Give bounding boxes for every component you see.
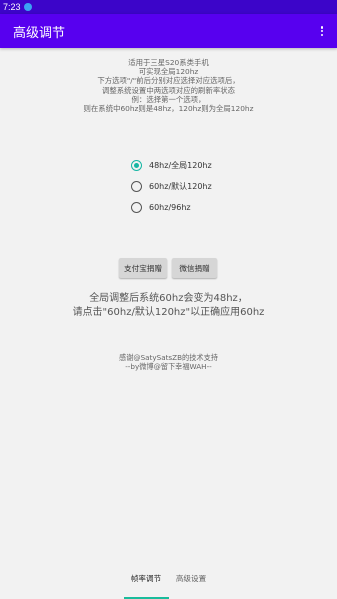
donate-buttons: 支付宝捐赠 微信捐赠 [119,258,217,278]
more-options-icon[interactable] [317,23,327,39]
option-label: 60hz/96hz [149,203,191,212]
radio-button[interactable] [131,181,142,192]
tab-label: 高级设置 [175,574,207,583]
tab-label: 帧率调节 [130,574,162,583]
radio-button-checked[interactable] [131,160,142,171]
notice-text: 全局调整后系统60hz会变为48hz， 请点击"60hz/默认120hz"以正确… [0,292,337,320]
wechat-donate-button[interactable]: 微信捐赠 [172,258,217,278]
status-time: 7:23 [3,2,21,12]
notice-line: 全局调整后系统60hz会变为48hz， [89,293,248,304]
option-60hz-96hz[interactable]: 60hz/96hz [131,198,212,217]
intro-line: 调整系统设置中两选项对应的刷新率状态 [101,85,236,95]
option-label: 48hz/全局120hz [149,161,212,170]
option-48hz-global-120hz[interactable]: 48hz/全局120hz [131,156,212,175]
intro-line: 可实现全局120hz [138,67,199,77]
credits-line: 感谢@SatySatsZB的技术支持 [119,353,218,362]
tab-frame-rate[interactable]: 帧率调节 [123,567,169,599]
option-60hz-default-120hz[interactable]: 60hz/默认120hz [131,177,212,196]
tab-advanced-settings[interactable]: 高级设置 [169,567,214,599]
app-bar: 高级调节 [0,14,337,48]
bottom-navigation: 帧率调节 高级设置 [0,567,337,599]
notice-line: 请点击"60hz/默认120hz"以正确应用60hz [72,307,265,318]
page-title: 高级调节 [13,25,66,41]
credits-line: --by微博@留下幸福WAH-- [125,362,212,371]
intro-line: 例：选择第一个选项， [131,94,206,104]
intro-line: 适用于三星S20系类手机 [128,58,209,67]
intro-line: 则在系统中60hz则是48hz，120hz则为全局120hz [83,104,254,114]
credits: 感谢@SatySatsZB的技术支持 --by微博@留下幸福WAH-- [0,353,337,371]
radio-button[interactable] [131,202,142,213]
alipay-donate-button[interactable]: 支付宝捐赠 [119,258,167,278]
intro-line: 下方选项"/"前后分别对应选择对应选项后， [97,76,240,86]
status-bar: 7:23 [0,0,337,14]
intro-text: 适用于三星S20系类手机 可实现全局120hz 下方选项"/"前后分别对应选择对… [0,58,337,113]
refresh-rate-options: 48hz/全局120hz 60hz/默认120hz 60hz/96hz [131,156,212,219]
notification-icon [23,3,32,11]
option-label: 60hz/默认120hz [149,182,212,191]
